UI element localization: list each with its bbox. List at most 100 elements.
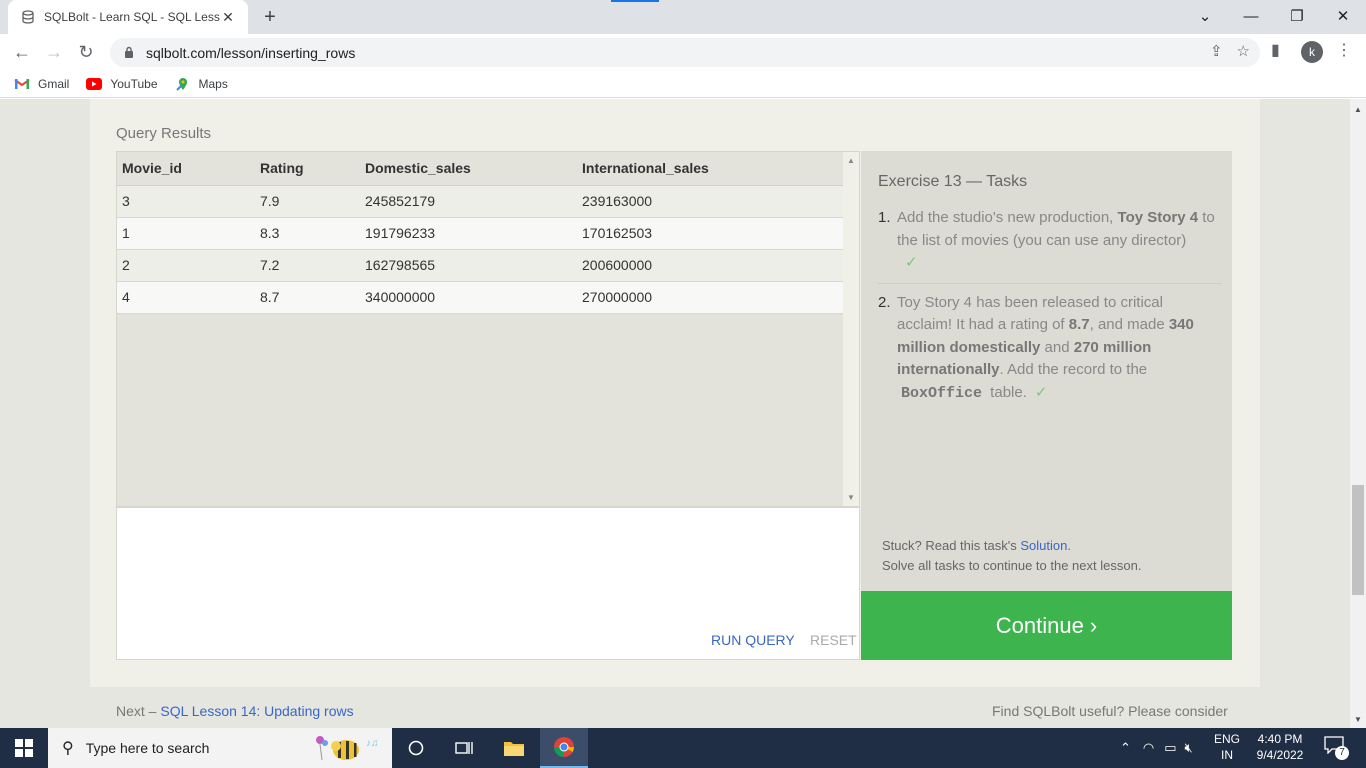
profile-avatar[interactable]: k [1301, 41, 1323, 63]
task-text-part: Add the studio's new production, [897, 209, 1118, 226]
browser-toolbar: ← → ↻ sqlbolt.com/lesson/inserting_rows … [0, 34, 1366, 70]
table-cell: 170162503 [577, 217, 843, 250]
taskbar-clock[interactable]: 4:40 PM 9/4/2022 [1246, 731, 1314, 763]
tab-search-chevron-icon[interactable]: ⌄ [1182, 0, 1228, 32]
task-text-bold: Toy Story 4 [1117, 209, 1199, 226]
exercise-title: Exercise 13 — Tasks [878, 173, 1028, 190]
table-cell: 7.2 [255, 249, 360, 282]
system-tray: ⌃ ◠ ▭ 🔇︎ [1120, 728, 1193, 768]
stuck-text: . [1067, 538, 1071, 553]
address-bar[interactable]: sqlbolt.com/lesson/inserting_rows ⇪ ☆ [110, 38, 1260, 67]
run-query-button[interactable]: RUN QUERY [711, 632, 795, 648]
lock-icon [124, 46, 136, 60]
show-hidden-icons-chevron-icon[interactable]: ⌃ [1120, 740, 1131, 756]
wifi-icon[interactable]: ◠ [1143, 740, 1154, 756]
new-tab-button[interactable]: + [258, 6, 282, 28]
query-results-table: Movie_id Rating Domestic_sales Internati… [117, 152, 843, 314]
support-text: Find SQLBolt useful? Please consider [992, 703, 1228, 719]
reload-icon[interactable]: ↻ [74, 41, 98, 63]
continue-button[interactable]: Continue › [861, 591, 1232, 660]
volume-muted-icon[interactable]: 🔇︎ [1185, 740, 1193, 756]
table-cell: 200600000 [577, 249, 843, 282]
bookmark-star-icon[interactable]: ☆ [1237, 42, 1250, 60]
back-arrow-icon[interactable]: ← [10, 41, 34, 63]
task-text-part: . Add the record to the [999, 361, 1148, 378]
bookmark-label: YouTube [110, 76, 158, 91]
table-row: 2 7.2 162798565 200600000 [117, 249, 843, 282]
gmail-icon [14, 77, 30, 91]
stuck-text: Stuck? Read this task's [882, 538, 1021, 553]
scroll-down-icon[interactable]: ▼ [847, 493, 855, 502]
bookmark-maps[interactable]: Maps [175, 77, 228, 91]
share-icon[interactable]: ⇪ [1210, 42, 1223, 60]
url-text: sqlbolt.com/lesson/inserting_rows [146, 44, 356, 61]
clock-date: 9/4/2022 [1256, 748, 1304, 762]
table-cell: 239163000 [577, 185, 843, 218]
table-cell: 8.3 [255, 217, 360, 250]
battery-icon[interactable]: ▭ [1164, 740, 1176, 756]
tab-strip-accent [611, 0, 659, 2]
chrome-menu-icon[interactable]: ⋮ [1336, 40, 1352, 60]
scrollbar-thumb[interactable] [1352, 485, 1364, 595]
table-header-row: Movie_id Rating Domestic_sales Internati… [117, 152, 843, 186]
close-window-icon[interactable]: ✕ [1320, 0, 1366, 32]
close-tab-icon[interactable]: ✕ [220, 9, 236, 26]
windows-taskbar: ⚲ Type here to search ♪♫ ⌃ ◠ ▭ 🔇︎ ENG IN… [0, 728, 1366, 768]
bookmark-gmail[interactable]: Gmail [14, 77, 69, 91]
task-text-part: table. [986, 383, 1027, 401]
task-number: 1. [878, 209, 891, 226]
table-row: 4 8.7 340000000 270000000 [117, 281, 843, 314]
column-header: International_sales [577, 152, 843, 186]
solution-link[interactable]: Solution [1020, 538, 1067, 553]
bee-balloons-icon: ♪♫ [308, 732, 384, 767]
table-cell: 4 [117, 281, 255, 314]
page-scrollbar[interactable]: ▲ ▼ [1350, 99, 1366, 728]
reset-button[interactable]: RESET [810, 632, 857, 648]
task-view-icon[interactable] [440, 728, 488, 768]
restore-icon[interactable]: ❐ [1274, 0, 1320, 32]
windows-start-icon[interactable] [0, 728, 48, 768]
scroll-down-icon[interactable]: ▼ [1354, 715, 1362, 724]
table-cell: 2 [117, 249, 255, 282]
taskbar-search-box[interactable]: ⚲ Type here to search ♪♫ [48, 728, 392, 768]
task-text: Add the studio's new production, Toy Sto… [897, 207, 1222, 275]
column-header: Movie_id [117, 152, 255, 186]
query-results-table-container: Movie_id Rating Domestic_sales Internati… [116, 151, 860, 507]
search-placeholder: Type here to search [85, 740, 210, 756]
bookmark-label: Maps [198, 76, 228, 91]
side-panel-icon[interactable]: ▮ [1271, 40, 1280, 60]
column-header: Rating [255, 152, 360, 186]
language-indicator[interactable]: ENG IN [1214, 731, 1240, 763]
forward-arrow-icon[interactable]: → [42, 41, 66, 63]
task-text-bold: 8.7 [1068, 316, 1090, 333]
svg-text:♪♫: ♪♫ [366, 738, 379, 749]
bookmark-youtube[interactable]: YouTube [86, 76, 158, 91]
notification-center-icon[interactable]: 7 [1322, 736, 1349, 760]
sql-editor[interactable]: RUN QUERY RESET [116, 507, 860, 660]
check-icon: ✓ [905, 254, 918, 271]
check-icon: ✓ [1034, 383, 1048, 401]
clock-time: 4:40 PM [1257, 732, 1303, 746]
task-item: 1. Add the studio's new production, Toy … [878, 207, 1222, 284]
bookmarks-bar: Gmail YouTube Maps [0, 70, 1366, 98]
file-explorer-icon[interactable] [490, 728, 538, 768]
minimize-icon[interactable]: — [1228, 0, 1274, 32]
browser-tab-sqlbolt[interactable]: SQLBolt - Learn SQL - SQL Lesso ✕ [8, 0, 248, 34]
tab-title: SQLBolt - Learn SQL - SQL Lesso [44, 10, 220, 24]
table-cell: 270000000 [577, 281, 843, 314]
next-lesson-nav: Next – SQL Lesson 14: Updating rows [116, 703, 354, 719]
table-cell: 340000000 [360, 281, 577, 314]
task-list: 1. Add the studio's new production, Toy … [878, 207, 1222, 413]
cortana-icon[interactable] [392, 728, 440, 768]
scroll-up-icon[interactable]: ▲ [847, 156, 855, 165]
next-lesson-link[interactable]: SQL Lesson 14: Updating rows [160, 703, 353, 719]
search-icon: ⚲ [62, 740, 74, 757]
lesson-content: Query Results Movie_id Rating Domestic_s… [90, 99, 1260, 687]
scroll-up-icon[interactable]: ▲ [1354, 105, 1362, 114]
chrome-taskbar-icon[interactable] [540, 728, 588, 768]
results-scrollbar[interactable]: ▲ ▼ [843, 152, 859, 506]
task-text-part: and [1040, 338, 1074, 356]
table-cell: 245852179 [360, 185, 577, 218]
query-results-title: Query Results [116, 125, 212, 142]
table-row: 3 7.9 245852179 239163000 [117, 185, 843, 218]
